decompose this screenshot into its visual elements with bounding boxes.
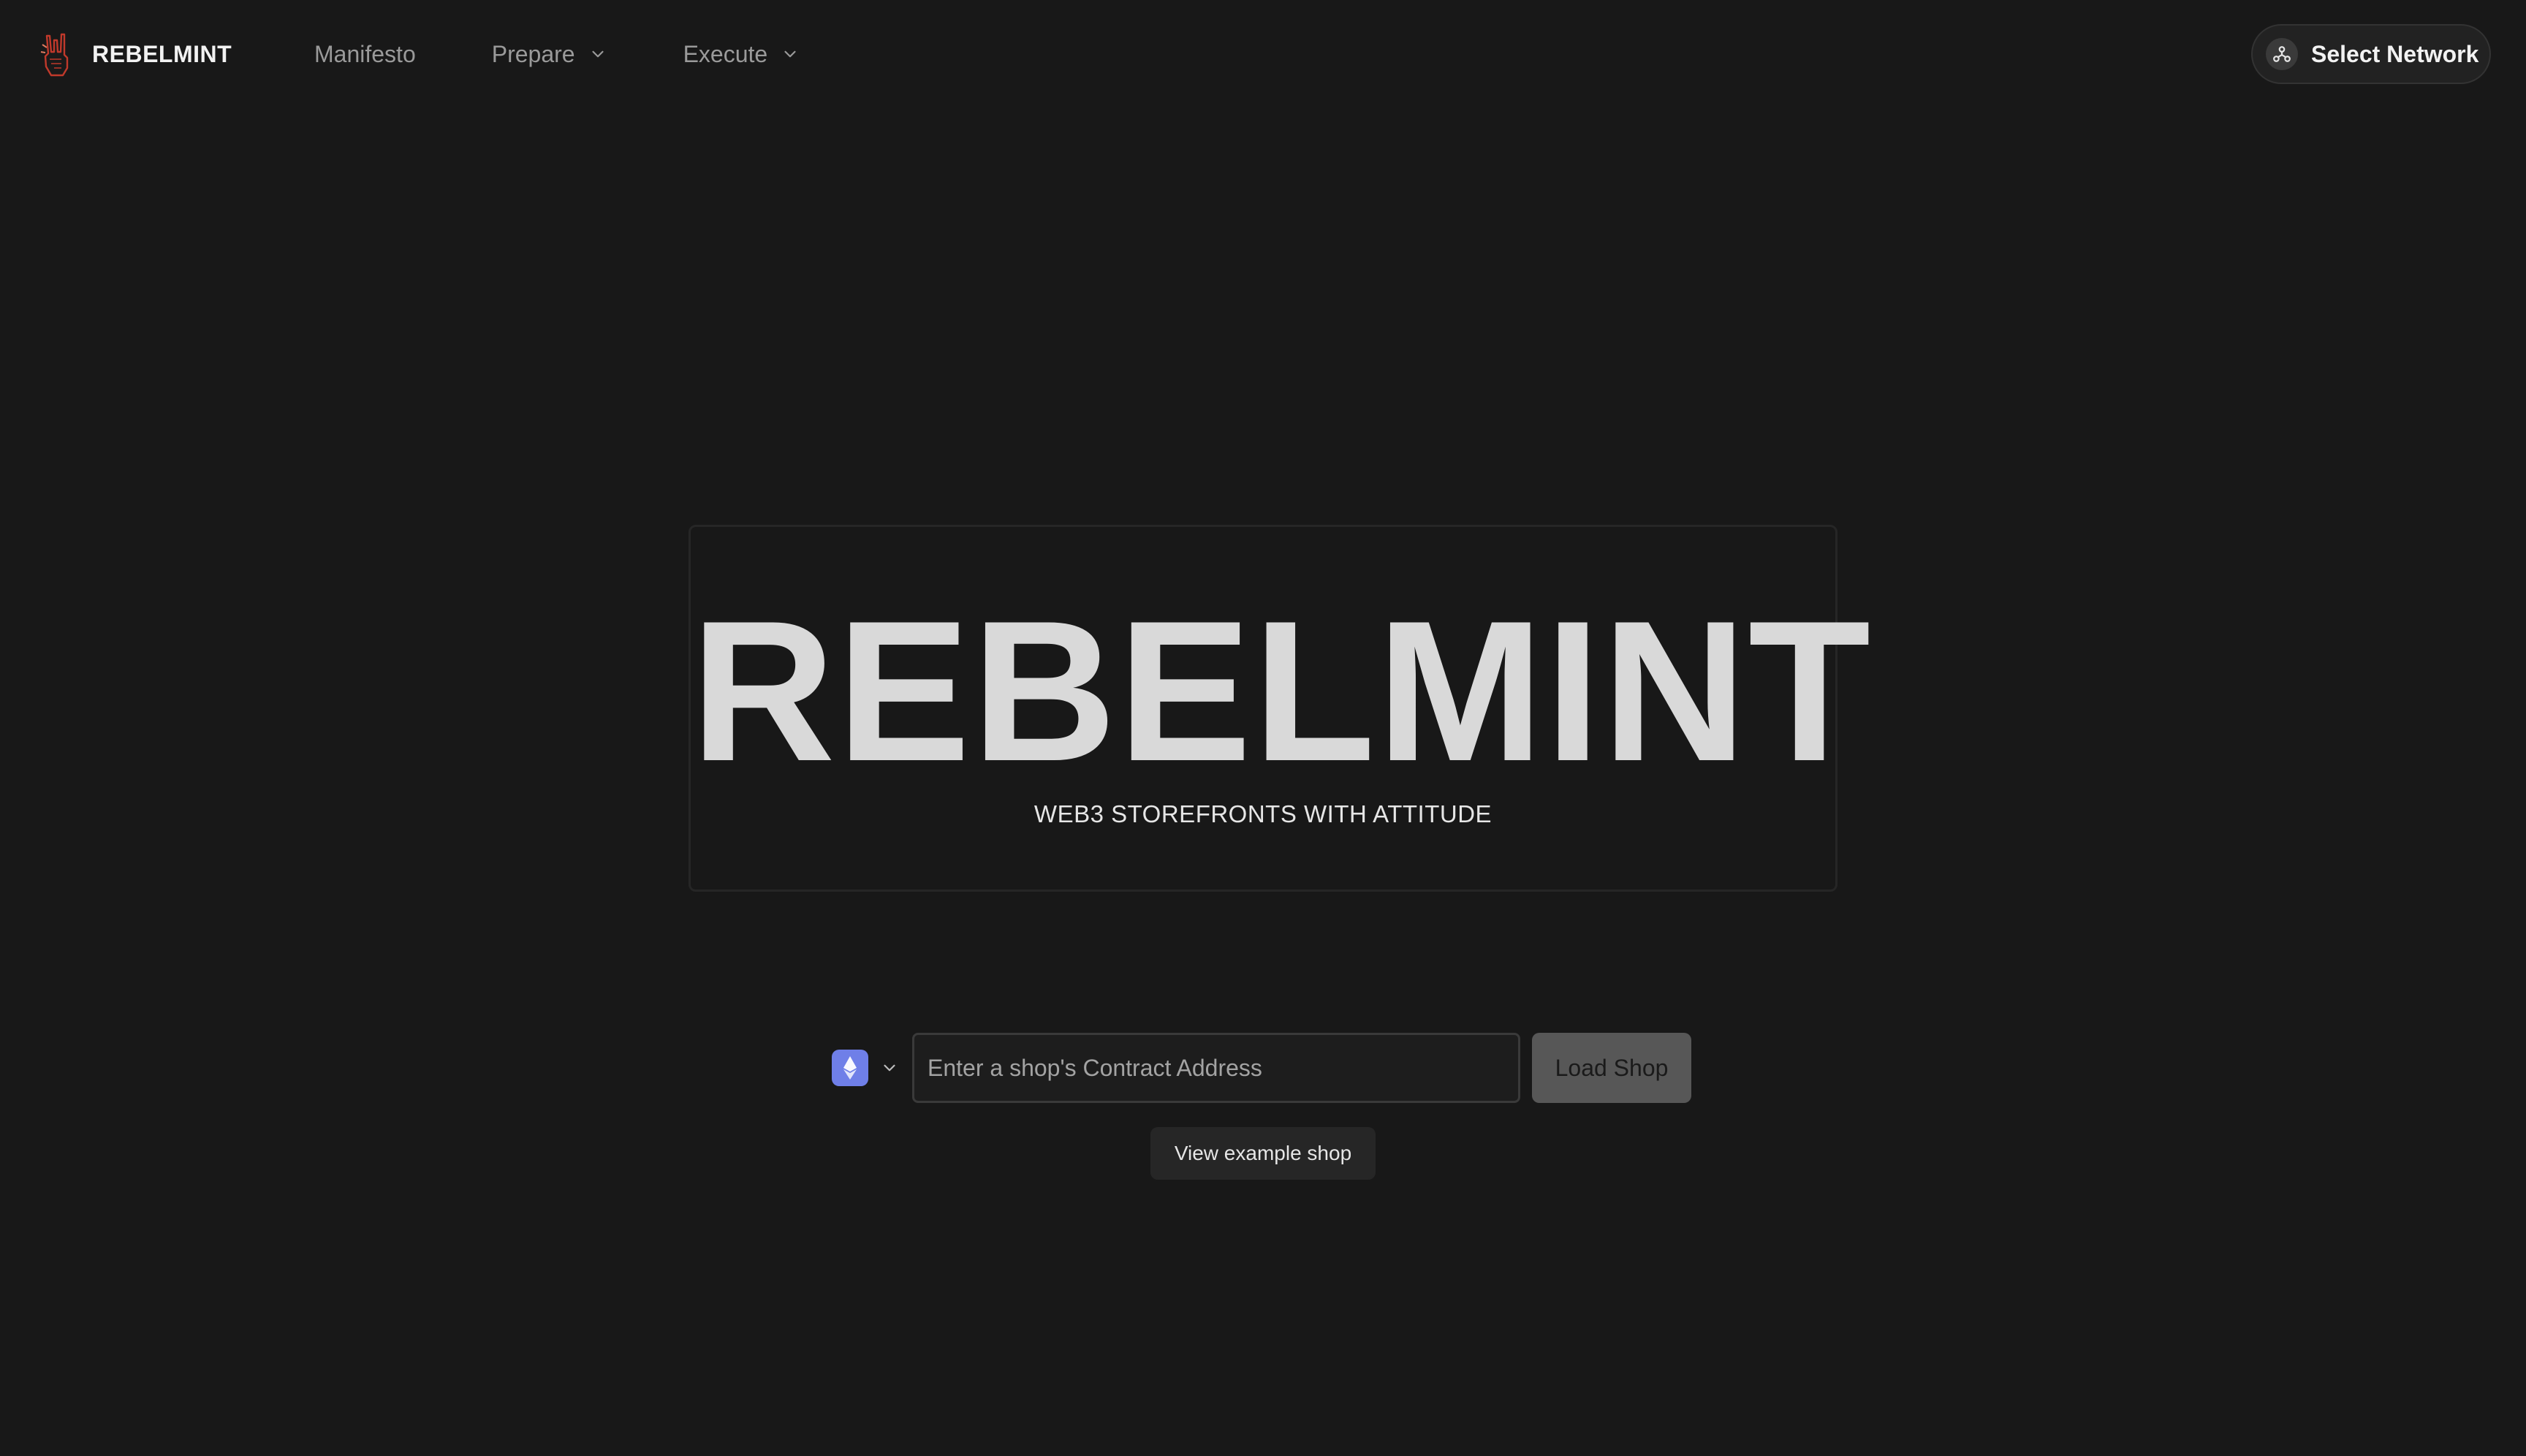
rock-hand-icon (40, 33, 69, 77)
chain-selector[interactable] (832, 1032, 899, 1104)
nav-manifesto[interactable]: Manifesto (314, 41, 416, 68)
view-example-shop-button[interactable]: View example shop (1150, 1127, 1376, 1180)
brand-home-link[interactable]: REBELMINT (39, 29, 232, 79)
nav-execute-dropdown[interactable]: Execute (683, 41, 800, 68)
chevron-down-icon (591, 50, 604, 58)
nav-execute-label: Execute (683, 40, 768, 67)
nav-prepare-dropdown[interactable]: Prepare (492, 41, 607, 68)
top-navbar: REBELMINT Manifesto Prepare Execute Sele… (0, 0, 2526, 108)
hero-subtitle: WEB3 STOREFRONTS WITH ATTITUDE (1033, 800, 1493, 827)
hero-card: REBELMINT WEB3 STOREFRONTS WITH ATTITUDE (689, 525, 1873, 892)
select-network-button[interactable]: Select Network (2251, 24, 2491, 84)
network-nodes-icon (2266, 38, 2298, 70)
brand-name: REBELMINT (92, 40, 232, 67)
nav-manifesto-label: Manifesto (314, 40, 416, 67)
load-shop-button[interactable]: Load Shop (1532, 1033, 1691, 1103)
chevron-down-icon (784, 50, 796, 58)
chevron-down-icon (884, 1064, 895, 1072)
shop-loader: Load Shop (832, 1032, 1691, 1104)
nav-prepare-label: Prepare (491, 40, 575, 67)
select-network-label: Select Network (2311, 40, 2479, 67)
ethereum-icon (832, 1050, 868, 1086)
hero-title: REBELMINT (691, 580, 1873, 803)
main-nav: Manifesto Prepare Execute (314, 32, 876, 76)
contract-address-input[interactable] (912, 1033, 1520, 1103)
